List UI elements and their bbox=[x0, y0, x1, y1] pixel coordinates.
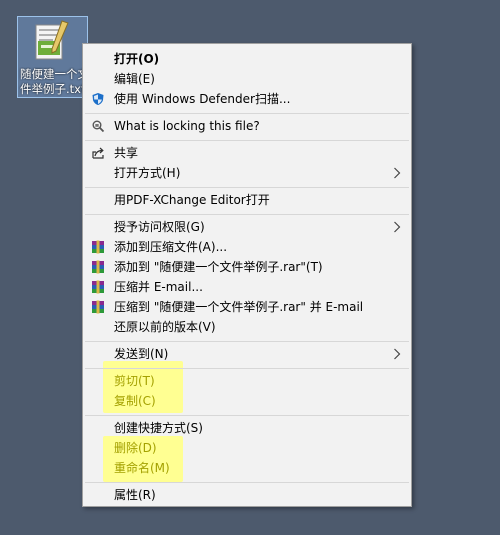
separator bbox=[85, 368, 409, 369]
menu-item-compress-email[interactable]: 压缩并 E-mail... bbox=[83, 277, 411, 297]
shield-icon bbox=[92, 93, 104, 105]
desktop-file-icon[interactable]: 随便建一个文 件举例子.txt bbox=[17, 16, 89, 98]
menu-item-cut[interactable]: 剪切(T) bbox=[83, 371, 411, 391]
menu-item-share[interactable]: 共享 bbox=[83, 143, 411, 163]
menu-item-open-with[interactable]: 打开方式(H) bbox=[83, 163, 411, 183]
menu-item-send-to[interactable]: 发送到(N) bbox=[83, 344, 411, 364]
menu-item-locking[interactable]: What is locking this file? bbox=[83, 116, 411, 136]
chevron-right-icon bbox=[394, 348, 401, 360]
menu-item-create-shortcut[interactable]: 创建快捷方式(S) bbox=[83, 418, 411, 438]
menu-item-defender-scan[interactable]: 使用 Windows Defender扫描... bbox=[83, 89, 411, 109]
winrar-icon bbox=[92, 240, 104, 254]
lock-search-icon bbox=[92, 120, 105, 133]
winrar-icon bbox=[92, 280, 104, 294]
menu-item-add-to-rar[interactable]: 添加到 "随便建一个文件举例子.rar"(T) bbox=[83, 257, 411, 277]
context-menu: 打开(O) 编辑(E) 使用 Windows Defender扫描... Wha… bbox=[82, 43, 412, 507]
text-file-icon bbox=[35, 20, 69, 60]
separator bbox=[85, 341, 409, 342]
share-icon bbox=[92, 147, 104, 159]
separator bbox=[85, 482, 409, 483]
file-name: 随便建一个文 件举例子.txt bbox=[20, 67, 89, 96]
chevron-right-icon bbox=[394, 221, 401, 233]
separator bbox=[85, 415, 409, 416]
menu-item-copy[interactable]: 复制(C) bbox=[83, 391, 411, 411]
winrar-icon bbox=[92, 260, 104, 274]
menu-item-rename[interactable]: 重命名(M) bbox=[83, 458, 411, 478]
separator bbox=[85, 187, 409, 188]
menu-item-pdf-xchange[interactable]: 用PDF-XChange Editor打开 bbox=[83, 190, 411, 210]
menu-item-add-archive[interactable]: 添加到压缩文件(A)... bbox=[83, 237, 411, 257]
menu-item-edit[interactable]: 编辑(E) bbox=[83, 69, 411, 89]
winrar-icon bbox=[92, 300, 104, 314]
menu-item-grant-access[interactable]: 授予访问权限(G) bbox=[83, 217, 411, 237]
menu-item-restore-versions[interactable]: 还原以前的版本(V) bbox=[83, 317, 411, 337]
separator bbox=[85, 113, 409, 114]
menu-item-compress-rar-email[interactable]: 压缩到 "随便建一个文件举例子.rar" 并 E-mail bbox=[83, 297, 411, 317]
menu-item-properties[interactable]: 属性(R) bbox=[83, 485, 411, 505]
menu-item-delete[interactable]: 删除(D) bbox=[83, 438, 411, 458]
chevron-right-icon bbox=[394, 167, 401, 179]
separator bbox=[85, 214, 409, 215]
separator bbox=[85, 140, 409, 141]
menu-item-open[interactable]: 打开(O) bbox=[83, 49, 411, 69]
